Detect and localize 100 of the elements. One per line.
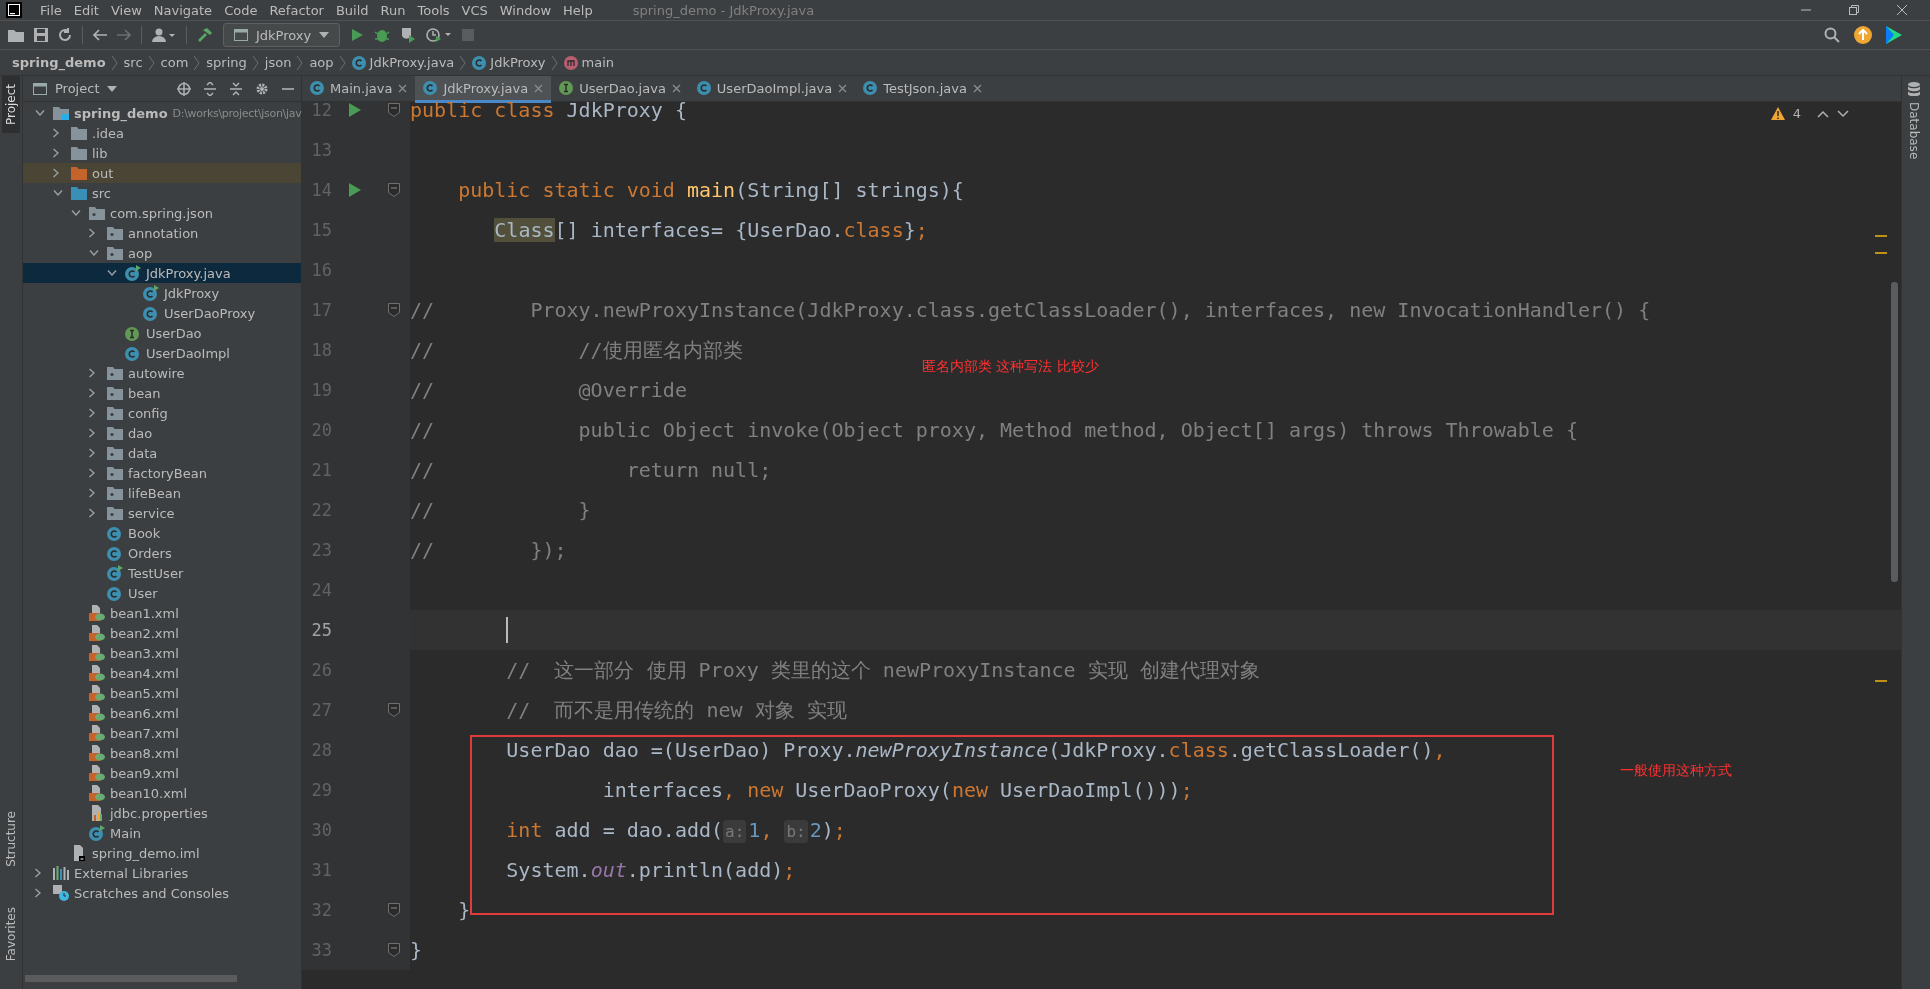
tree-item[interactable]: config xyxy=(23,403,301,423)
run-icon[interactable] xyxy=(348,182,362,198)
tree-item[interactable]: service xyxy=(23,503,301,523)
close-icon[interactable] xyxy=(972,83,982,93)
tree-item[interactable]: bean10.xml xyxy=(23,783,301,803)
back-arrow-icon[interactable] xyxy=(93,29,107,41)
tree-item[interactable]: annotation xyxy=(23,223,301,243)
menu-item[interactable]: VCS xyxy=(461,2,488,18)
chevron-down-icon[interactable] xyxy=(1837,109,1849,118)
tree-item[interactable]: Book xyxy=(23,523,301,543)
editor-tab[interactable]: JdkProxy.java xyxy=(415,76,552,103)
menu-item[interactable]: Code xyxy=(224,2,258,18)
settings-icon[interactable] xyxy=(255,81,269,96)
tool-window-tab[interactable]: Project xyxy=(2,76,20,134)
editor-tab[interactable]: TestJson.java xyxy=(855,76,990,103)
fold-icon[interactable] xyxy=(388,183,400,197)
breadcrumb-item[interactable]: JdkProxy xyxy=(472,55,546,70)
shield-icon[interactable] xyxy=(400,27,417,43)
tree-item[interactable]: bean4.xml xyxy=(23,663,301,683)
warning-count[interactable]: 4 xyxy=(1792,106,1801,121)
hammer-icon[interactable] xyxy=(197,27,213,43)
fold-icon[interactable] xyxy=(388,703,400,717)
chevron-up-icon[interactable] xyxy=(1817,109,1829,118)
tree-item[interactable]: bean2.xml xyxy=(23,623,301,643)
tree-item[interactable]: bean7.xml xyxy=(23,723,301,743)
update-icon[interactable] xyxy=(1854,26,1872,44)
menu-item[interactable]: Navigate xyxy=(153,2,213,18)
tree-item[interactable]: bean1.xml xyxy=(23,603,301,623)
close-icon[interactable] xyxy=(1896,4,1908,16)
tree-item[interactable]: Orders xyxy=(23,543,301,563)
tree-item[interactable]: jdbc.properties xyxy=(23,803,301,823)
tree-item[interactable]: bean8.xml xyxy=(23,743,301,763)
search-icon[interactable] xyxy=(1824,27,1840,43)
chevron-down-icon[interactable] xyxy=(53,190,63,196)
menu-item[interactable]: Build xyxy=(335,2,369,18)
run-icon[interactable] xyxy=(348,102,362,118)
tree-item[interactable]: aop xyxy=(23,243,301,263)
tree-item[interactable]: src xyxy=(23,183,301,203)
scrollbar-thumb[interactable] xyxy=(1891,282,1898,582)
tree-item[interactable]: bean6.xml xyxy=(23,703,301,723)
close-icon[interactable] xyxy=(534,83,544,93)
tree-item[interactable]: Scratches and Consoles xyxy=(23,883,301,903)
chevron-down-icon[interactable] xyxy=(71,210,81,216)
tree-item[interactable]: User xyxy=(23,583,301,603)
chevron-down-icon[interactable] xyxy=(107,270,117,276)
fold-icon[interactable] xyxy=(388,303,400,317)
editor-tab[interactable]: UserDao.java xyxy=(551,76,689,103)
collapse-all-icon[interactable] xyxy=(229,81,243,96)
chevron-right-icon[interactable] xyxy=(89,228,95,238)
tree-item[interactable]: out xyxy=(23,163,301,183)
breadcrumb-item[interactable]: src xyxy=(123,55,143,70)
tree-item[interactable]: bean5.xml xyxy=(23,683,301,703)
scrollbar-thumb[interactable] xyxy=(25,975,237,982)
tool-window-tab[interactable]: Structure xyxy=(2,802,20,875)
menu-item[interactable]: Window xyxy=(499,2,552,18)
crosshair-icon[interactable] xyxy=(177,81,191,96)
tool-window-tab[interactable]: Database xyxy=(1905,96,1923,168)
warning-icon[interactable] xyxy=(1770,107,1785,120)
close-icon[interactable] xyxy=(671,83,681,93)
breadcrumb-item[interactable]: aop xyxy=(309,55,334,70)
breadcrumb-item[interactable]: json xyxy=(264,55,292,70)
tree-item[interactable]: UserDaoImpl xyxy=(23,343,301,363)
tree-item[interactable]: JdkProxy xyxy=(23,283,301,303)
expand-all-icon[interactable] xyxy=(203,81,217,96)
user-icon[interactable] xyxy=(152,28,176,42)
tree-item[interactable]: bean xyxy=(23,383,301,403)
tree-item[interactable]: External Libraries xyxy=(23,863,301,883)
close-icon[interactable] xyxy=(398,83,408,93)
fold-icon[interactable] xyxy=(388,943,400,957)
tree-item[interactable]: autowire xyxy=(23,363,301,383)
breadcrumb-item[interactable]: main xyxy=(563,55,615,70)
save-icon[interactable] xyxy=(34,28,48,42)
forward-arrow-icon[interactable] xyxy=(117,29,131,41)
clock-run-icon[interactable] xyxy=(426,27,453,43)
menu-item[interactable]: Run xyxy=(380,2,406,18)
tree-item[interactable]: spring_demo D:\works\project\json\jav xyxy=(23,103,301,123)
plugin-logo-icon[interactable] xyxy=(1886,26,1902,44)
tree-item[interactable]: .idea xyxy=(23,123,301,143)
editor-tab[interactable]: UserDaoImpl.java xyxy=(688,76,856,103)
tree-item[interactable]: factoryBean xyxy=(23,463,301,483)
menu-item[interactable]: Edit xyxy=(73,2,99,18)
close-icon[interactable] xyxy=(838,83,848,93)
menu-item[interactable]: Help xyxy=(563,2,593,18)
chevron-down-icon[interactable] xyxy=(89,250,99,256)
tree-item[interactable]: UserDao xyxy=(23,323,301,343)
menu-item[interactable]: Refactor xyxy=(269,2,324,18)
fold-icon[interactable] xyxy=(388,903,400,917)
tool-window-tab[interactable]: Favorites xyxy=(2,898,20,969)
tree-item[interactable]: Main xyxy=(23,823,301,843)
bug-icon[interactable] xyxy=(374,27,391,43)
fold-icon[interactable] xyxy=(388,103,400,117)
editor-tab[interactable]: Main.java xyxy=(302,76,416,103)
tree-item[interactable]: bean9.xml xyxy=(23,763,301,783)
run-icon[interactable] xyxy=(350,28,365,42)
menu-item[interactable]: Tools xyxy=(417,2,450,18)
panel-title-dropdown[interactable]: Project xyxy=(33,81,118,96)
run-configuration-dropdown[interactable]: JdkProxy xyxy=(223,23,341,47)
tree-item[interactable]: bean3.xml xyxy=(23,643,301,663)
tree-item[interactable]: UserDaoProxy xyxy=(23,303,301,323)
tree-item[interactable]: lifeBean xyxy=(23,483,301,503)
